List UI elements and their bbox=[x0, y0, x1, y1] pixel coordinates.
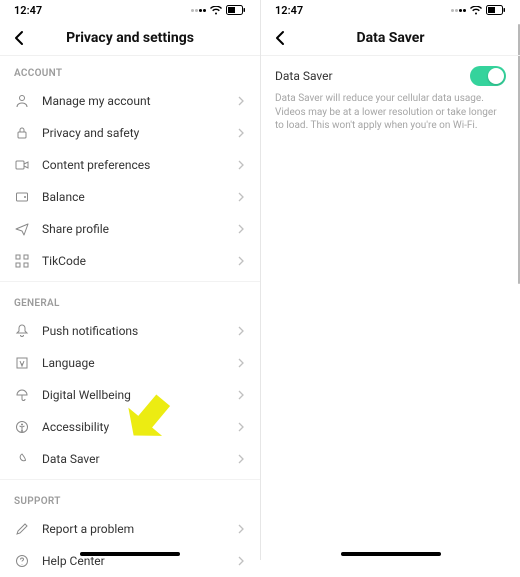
status-icons bbox=[191, 5, 246, 15]
chevron-right-icon bbox=[236, 524, 246, 534]
droplet-icon bbox=[14, 451, 30, 467]
row-digital-wellbeing[interactable]: Digital Wellbeing bbox=[0, 379, 260, 411]
section-label-account: ACCOUNT bbox=[0, 56, 260, 85]
chevron-right-icon bbox=[236, 422, 246, 432]
battery-icon bbox=[486, 5, 506, 15]
settings-screen: 12:47 Privacy and settings ACCOUNT Manag… bbox=[0, 0, 260, 560]
page-title: Data Saver bbox=[357, 30, 425, 46]
status-bar: 12:47 bbox=[0, 0, 260, 20]
row-tikcode[interactable]: TikCode bbox=[0, 245, 260, 277]
share-icon bbox=[14, 221, 30, 237]
row-label: Help Center bbox=[42, 554, 236, 568]
language-icon bbox=[14, 355, 30, 371]
back-button[interactable] bbox=[8, 26, 32, 50]
row-label: Content preferences bbox=[42, 158, 236, 172]
status-time: 12:47 bbox=[14, 4, 42, 17]
data-saver-label: Data Saver bbox=[275, 69, 333, 83]
chevron-right-icon bbox=[236, 192, 246, 202]
row-push-notifications[interactable]: Push notifications bbox=[0, 315, 260, 347]
chevron-right-icon bbox=[236, 390, 246, 400]
status-icons bbox=[451, 5, 506, 15]
chevron-right-icon bbox=[236, 256, 246, 266]
divider bbox=[0, 281, 260, 282]
chevron-right-icon bbox=[236, 556, 246, 566]
home-indicator bbox=[80, 552, 180, 556]
data-saver-description: Data Saver will reduce your cellular dat… bbox=[275, 92, 506, 133]
data-saver-screen: 12:47 Data Saver Data Saver Data Saver w… bbox=[260, 0, 520, 560]
row-label: TikCode bbox=[42, 254, 236, 268]
header: Privacy and settings bbox=[0, 20, 260, 56]
wallet-icon bbox=[14, 189, 30, 205]
row-help-center[interactable]: Help Center bbox=[0, 545, 260, 577]
row-report-problem[interactable]: Report a problem bbox=[0, 513, 260, 545]
row-language[interactable]: Language bbox=[0, 347, 260, 379]
chevron-right-icon bbox=[236, 326, 246, 336]
signal-icon bbox=[451, 9, 466, 12]
chevron-right-icon bbox=[236, 454, 246, 464]
row-content-preferences[interactable]: Content preferences bbox=[0, 149, 260, 181]
row-label: Manage my account bbox=[42, 94, 236, 108]
video-icon bbox=[14, 157, 30, 173]
pencil-icon bbox=[14, 521, 30, 537]
header: Data Saver bbox=[261, 20, 520, 56]
row-manage-account[interactable]: Manage my account bbox=[0, 85, 260, 117]
status-time: 12:47 bbox=[275, 4, 303, 17]
umbrella-icon bbox=[14, 387, 30, 403]
chevron-right-icon bbox=[236, 160, 246, 170]
person-icon bbox=[14, 93, 30, 109]
wifi-icon bbox=[470, 6, 482, 15]
row-label: Accessibility bbox=[42, 420, 236, 434]
chevron-right-icon bbox=[236, 358, 246, 368]
row-privacy-safety[interactable]: Privacy and safety bbox=[0, 117, 260, 149]
status-bar: 12:47 bbox=[261, 0, 520, 20]
home-indicator bbox=[341, 552, 441, 556]
row-balance[interactable]: Balance bbox=[0, 181, 260, 213]
row-label: Report a problem bbox=[42, 522, 236, 536]
signal-icon bbox=[191, 9, 206, 12]
row-label: Data Saver bbox=[42, 452, 236, 466]
section-label-support: SUPPORT bbox=[0, 484, 260, 513]
row-label: Language bbox=[42, 356, 236, 370]
data-saver-block: Data Saver Data Saver will reduce your c… bbox=[261, 56, 520, 141]
chevron-right-icon bbox=[236, 128, 246, 138]
row-label: Digital Wellbeing bbox=[42, 388, 236, 402]
help-icon bbox=[14, 553, 30, 569]
page-title: Privacy and settings bbox=[66, 30, 194, 46]
qr-icon bbox=[14, 253, 30, 269]
accessibility-icon bbox=[14, 419, 30, 435]
wifi-icon bbox=[210, 6, 222, 15]
row-label: Privacy and safety bbox=[42, 126, 236, 140]
bell-icon bbox=[14, 323, 30, 339]
divider bbox=[0, 479, 260, 480]
chevron-right-icon bbox=[236, 96, 246, 106]
row-label: Push notifications bbox=[42, 324, 236, 338]
section-label-general: GENERAL bbox=[0, 286, 260, 315]
lock-icon bbox=[14, 125, 30, 141]
chevron-right-icon bbox=[236, 224, 246, 234]
row-data-saver[interactable]: Data Saver bbox=[0, 443, 260, 475]
back-button[interactable] bbox=[269, 26, 293, 50]
battery-icon bbox=[226, 5, 246, 15]
row-label: Balance bbox=[42, 190, 236, 204]
row-label: Share profile bbox=[42, 222, 236, 236]
row-share-profile[interactable]: Share profile bbox=[0, 213, 260, 245]
data-saver-toggle[interactable] bbox=[470, 66, 506, 86]
row-accessibility[interactable]: Accessibility bbox=[0, 411, 260, 443]
